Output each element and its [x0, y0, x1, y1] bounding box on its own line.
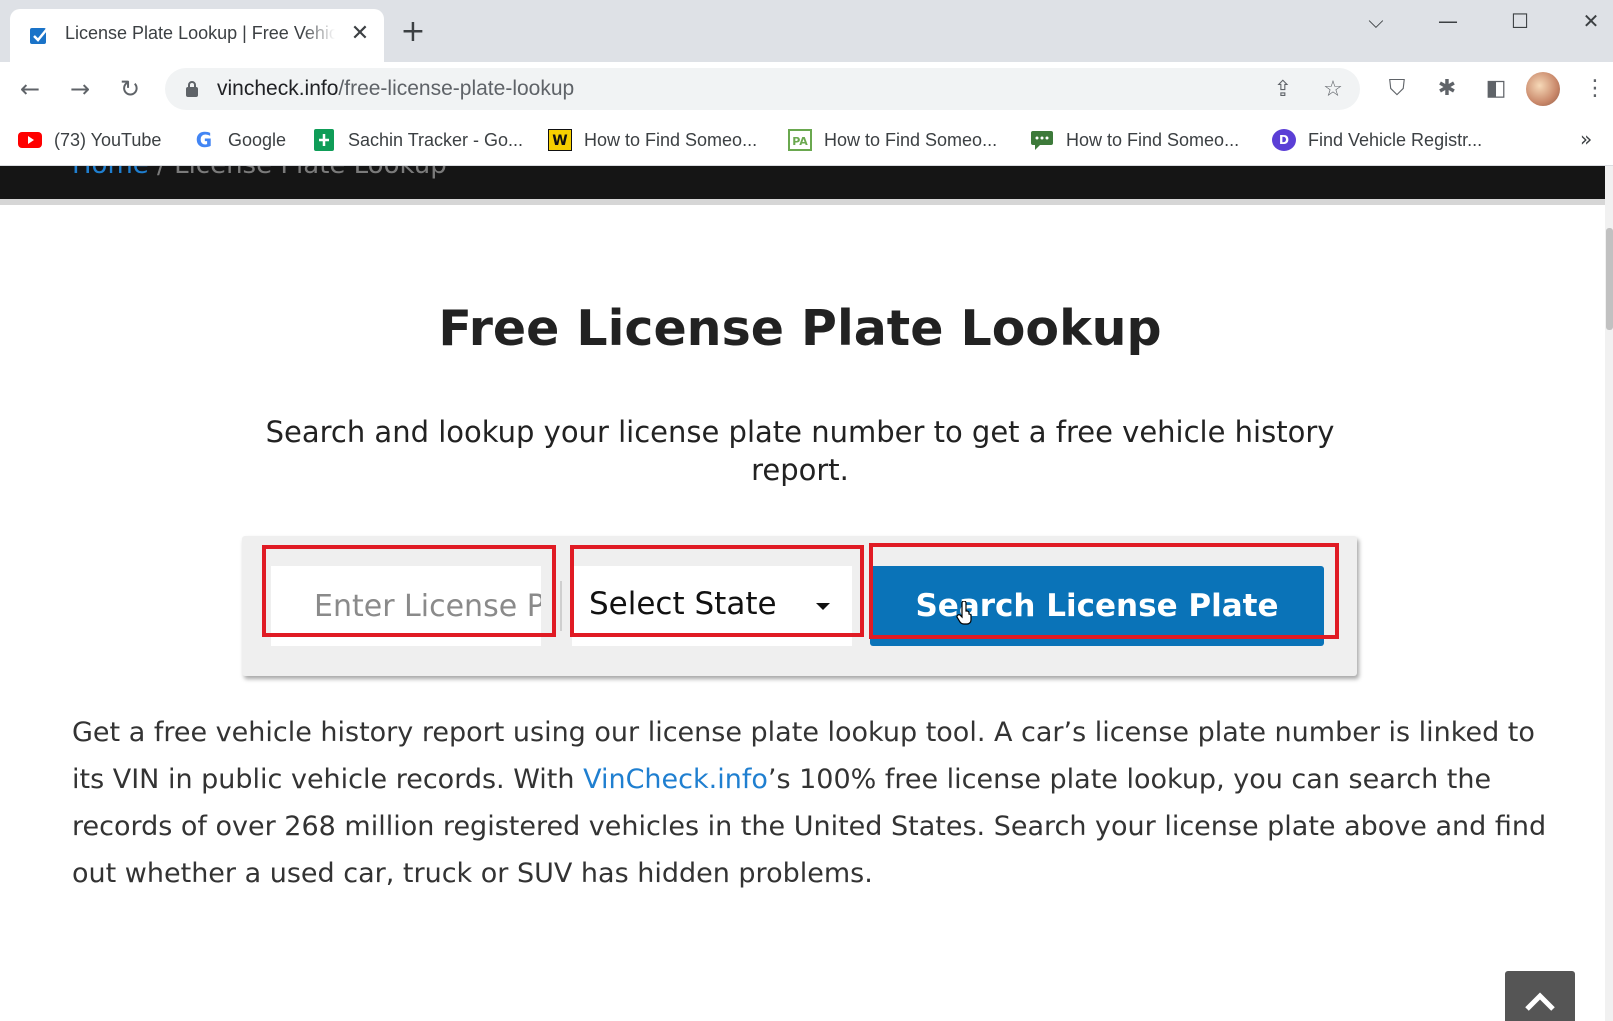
- new-tab-button[interactable]: +: [398, 17, 428, 48]
- tab-close-icon[interactable]: ✕: [347, 21, 373, 47]
- web-page: Home / License Plate Lookup Free License…: [0, 166, 1613, 1021]
- vincheck-favicon-icon: [30, 28, 48, 44]
- bookmark-find-vehicle[interactable]: D Find Vehicle Registr...: [1272, 127, 1482, 153]
- bookmark-label: Sachin Tracker - Go...: [348, 129, 524, 150]
- d-icon: D: [1272, 129, 1296, 151]
- field-divider: [560, 581, 562, 631]
- bookmarks-bar: (73) YouTube G Google Sachin Tracker - G…: [0, 114, 1613, 166]
- page-subtitle: Search and lookup your license plate num…: [265, 415, 1335, 487]
- intro-paragraph: Get a free vehicle history report using …: [72, 709, 1552, 897]
- menu-kebab-icon[interactable]: ⋮: [1581, 75, 1609, 103]
- url-text[interactable]: vincheck.info/free-license-plate-lookup: [217, 77, 574, 101]
- youtube-icon: [18, 129, 42, 151]
- bookmarks-overflow-icon[interactable]: »: [1580, 127, 1592, 151]
- pa-icon: PA: [788, 129, 812, 151]
- shield-extension-icon[interactable]: ⛉: [1383, 75, 1411, 103]
- bookmark-label: How to Find Someo...: [1066, 129, 1240, 150]
- profile-avatar[interactable]: [1526, 72, 1560, 106]
- bookmark-sachin-tracker[interactable]: Sachin Tracker - Go...: [312, 127, 523, 153]
- url-path: /free-license-plate-lookup: [338, 77, 575, 100]
- browser-toolbar: ← → ↻ vincheck.info/free-license-plate-l…: [0, 62, 1613, 114]
- chevron-up-icon: [1525, 992, 1555, 1011]
- breadcrumb-separator: /: [157, 166, 166, 180]
- hand-cursor-icon: [956, 601, 972, 625]
- bookmark-label: How to Find Someo...: [584, 129, 758, 150]
- tab-title: License Plate Lookup | Free Vehicle Hist…: [65, 23, 335, 43]
- back-to-top-button[interactable]: [1505, 971, 1575, 1021]
- chat-icon: [1030, 129, 1054, 151]
- tab-search-icon[interactable]: ⌵: [1353, 6, 1399, 36]
- url-domain: vincheck.info: [217, 77, 339, 100]
- scrollbar-thumb[interactable]: [1606, 228, 1613, 330]
- bookmark-star-icon[interactable]: ☆: [1320, 77, 1346, 103]
- bookmark-youtube[interactable]: (73) YouTube: [18, 127, 161, 153]
- bookmark-label: How to Find Someo...: [824, 129, 998, 150]
- highlight-plate-input: [262, 545, 556, 637]
- breadcrumb: Home / License Plate Lookup: [72, 166, 447, 180]
- breadcrumb-home-link[interactable]: Home: [72, 166, 149, 180]
- minimize-button[interactable]: —: [1425, 6, 1471, 36]
- page-title: Free License Plate Lookup: [438, 300, 1162, 357]
- back-button[interactable]: ←: [14, 73, 46, 105]
- google-icon: G: [195, 128, 213, 152]
- header-divider: [0, 199, 1605, 205]
- reload-button[interactable]: ↻: [114, 73, 146, 105]
- highlight-search-button: [869, 543, 1339, 639]
- header-band: Home / License Plate Lookup: [0, 166, 1605, 199]
- bookmark-how-to-find-3[interactable]: How to Find Someo...: [1030, 127, 1239, 153]
- bookmark-label: (73) YouTube: [54, 129, 162, 150]
- address-bar[interactable]: vincheck.info/free-license-plate-lookup …: [165, 68, 1360, 110]
- vincheck-link[interactable]: VinCheck.info: [583, 764, 768, 795]
- bookmark-google[interactable]: G Google: [192, 127, 286, 153]
- forward-button[interactable]: →: [64, 73, 96, 105]
- breadcrumb-current: License Plate Lookup: [174, 166, 447, 180]
- browser-tab[interactable]: License Plate Lookup | Free Vehicle Hist…: [10, 9, 384, 62]
- bookmark-label: Find Vehicle Registr...: [1308, 129, 1483, 150]
- bookmark-how-to-find-1[interactable]: W How to Find Someo...: [548, 127, 757, 153]
- google-sheets-icon: [312, 129, 336, 151]
- bookmark-how-to-find-2[interactable]: PA How to Find Someo...: [788, 127, 997, 153]
- lock-icon[interactable]: [185, 80, 199, 98]
- tab-strip: License Plate Lookup | Free Vehicle Hist…: [0, 0, 1613, 62]
- share-icon[interactable]: ⇪: [1270, 77, 1296, 103]
- window-close-button[interactable]: ✕: [1568, 6, 1613, 36]
- bookmark-label: Google: [228, 129, 287, 150]
- w-icon: W: [548, 129, 572, 151]
- highlight-state-select: [570, 545, 864, 637]
- maximize-button[interactable]: ☐: [1497, 6, 1543, 36]
- side-panel-icon[interactable]: ◧: [1482, 75, 1510, 103]
- extensions-puzzle-icon[interactable]: ✱: [1433, 75, 1461, 103]
